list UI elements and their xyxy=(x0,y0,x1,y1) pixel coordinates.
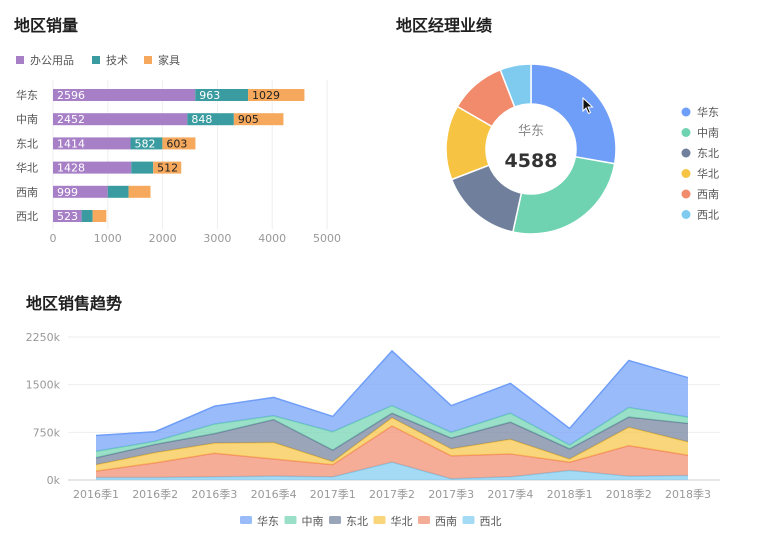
x-tick-label: 2016季4 xyxy=(251,488,297,501)
y-tick-label: 0k xyxy=(47,474,61,487)
sales-trend-area-chart: 0k 750k 1500k 2250k 2016季1 2016季2 2016季3 2016季4… xyxy=(26,331,720,528)
legend-label: 华东 xyxy=(257,514,279,528)
x-tick-label: 2017季1 xyxy=(310,488,356,501)
legend-label: 中南 xyxy=(302,515,324,528)
x-tick-label: 2017季3 xyxy=(428,488,474,501)
legend-label: 华北 xyxy=(391,514,413,528)
legend-swatch xyxy=(284,516,297,524)
legend-swatch xyxy=(418,516,430,524)
y-tick-label: 1500k xyxy=(26,379,61,392)
x-tick-label: 2016季1 xyxy=(73,488,119,501)
legend-swatch xyxy=(373,516,386,524)
x-tick-label: 2016季2 xyxy=(132,488,178,501)
legend-swatch xyxy=(462,516,475,524)
mouse-cursor-icon xyxy=(582,96,594,115)
x-tick-label: 2016季3 xyxy=(191,488,237,501)
x-tick-label: 2018季1 xyxy=(547,488,593,501)
legend-label: 东北 xyxy=(346,515,368,528)
x-tick-label: 2018季3 xyxy=(665,488,711,501)
x-tick-label: 2017季2 xyxy=(369,488,415,501)
legend-label: 西北 xyxy=(480,515,502,528)
y-tick-label: 2250k xyxy=(26,331,61,344)
legend-swatch xyxy=(329,516,341,524)
x-tick-label: 2018季2 xyxy=(606,488,652,501)
x-tick-label: 2017季4 xyxy=(487,488,533,501)
legend-swatch xyxy=(240,516,252,524)
legend-label: 西南 xyxy=(435,515,457,528)
y-tick-label: 750k xyxy=(33,426,61,439)
